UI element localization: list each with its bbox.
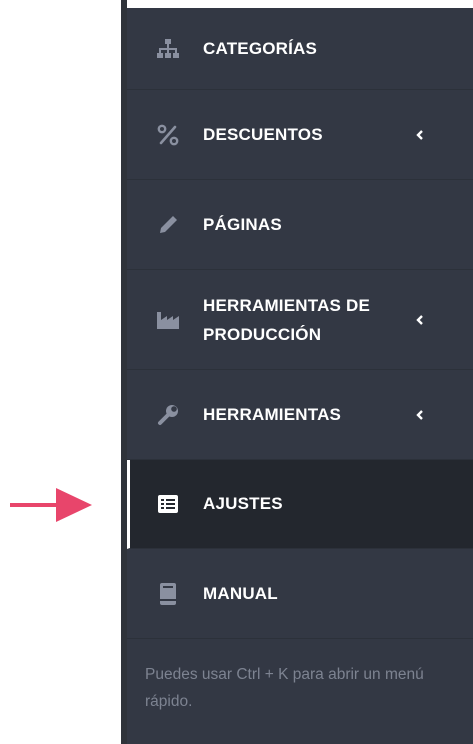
screenshot-stage: CATEGORÍAS DESCUENTOS PÁGINAS HERRAMIENT… (0, 0, 473, 744)
list-icon (155, 491, 181, 517)
sidebar-item-label: MANUAL (203, 583, 278, 603)
factory-icon (155, 307, 181, 333)
sidebar-item-label: AJUSTES (203, 494, 283, 513)
sidebar-item-label: PÁGINAS (203, 214, 282, 234)
sidebar-item-ajustes[interactable]: AJUSTES (127, 460, 473, 549)
arrow-right-icon (10, 488, 92, 522)
quick-menu-hint: Puedes usar Ctrl + K para abrir un menú … (145, 666, 424, 710)
sidebar-item-label: HERRAMIENTAS (203, 404, 342, 424)
sidebar-item-paginas[interactable]: PÁGINAS (127, 180, 473, 270)
sidebar-item-manual[interactable]: MANUAL (127, 549, 473, 639)
sidebar-item-categorias[interactable]: CATEGORÍAS (127, 8, 473, 90)
sidebar-menu: CATEGORÍAS DESCUENTOS PÁGINAS HERRAMIENT… (127, 8, 473, 744)
sidebar-item-herramientas-de-produccion[interactable]: HERRAMIENTAS DE PRODUCCIÓN (127, 270, 473, 370)
percent-icon (155, 122, 181, 148)
chevron-left-icon (416, 314, 423, 325)
sidebar-item-herramientas[interactable]: HERRAMIENTAS (127, 370, 473, 460)
sidebar-item-label: HERRAMIENTAS DE PRODUCCIÓN (203, 295, 371, 344)
sidebar-item-descuentos[interactable]: DESCUENTOS (127, 90, 473, 180)
sidebar-item-label: DESCUENTOS (203, 124, 323, 144)
chevron-left-icon (416, 129, 423, 140)
sidebar-item-label: CATEGORÍAS (203, 38, 318, 58)
sitemap-icon (155, 36, 181, 62)
chevron-left-icon (416, 409, 423, 420)
pencil-icon (155, 212, 181, 238)
wrench-icon (155, 402, 181, 428)
book-icon (155, 581, 181, 607)
